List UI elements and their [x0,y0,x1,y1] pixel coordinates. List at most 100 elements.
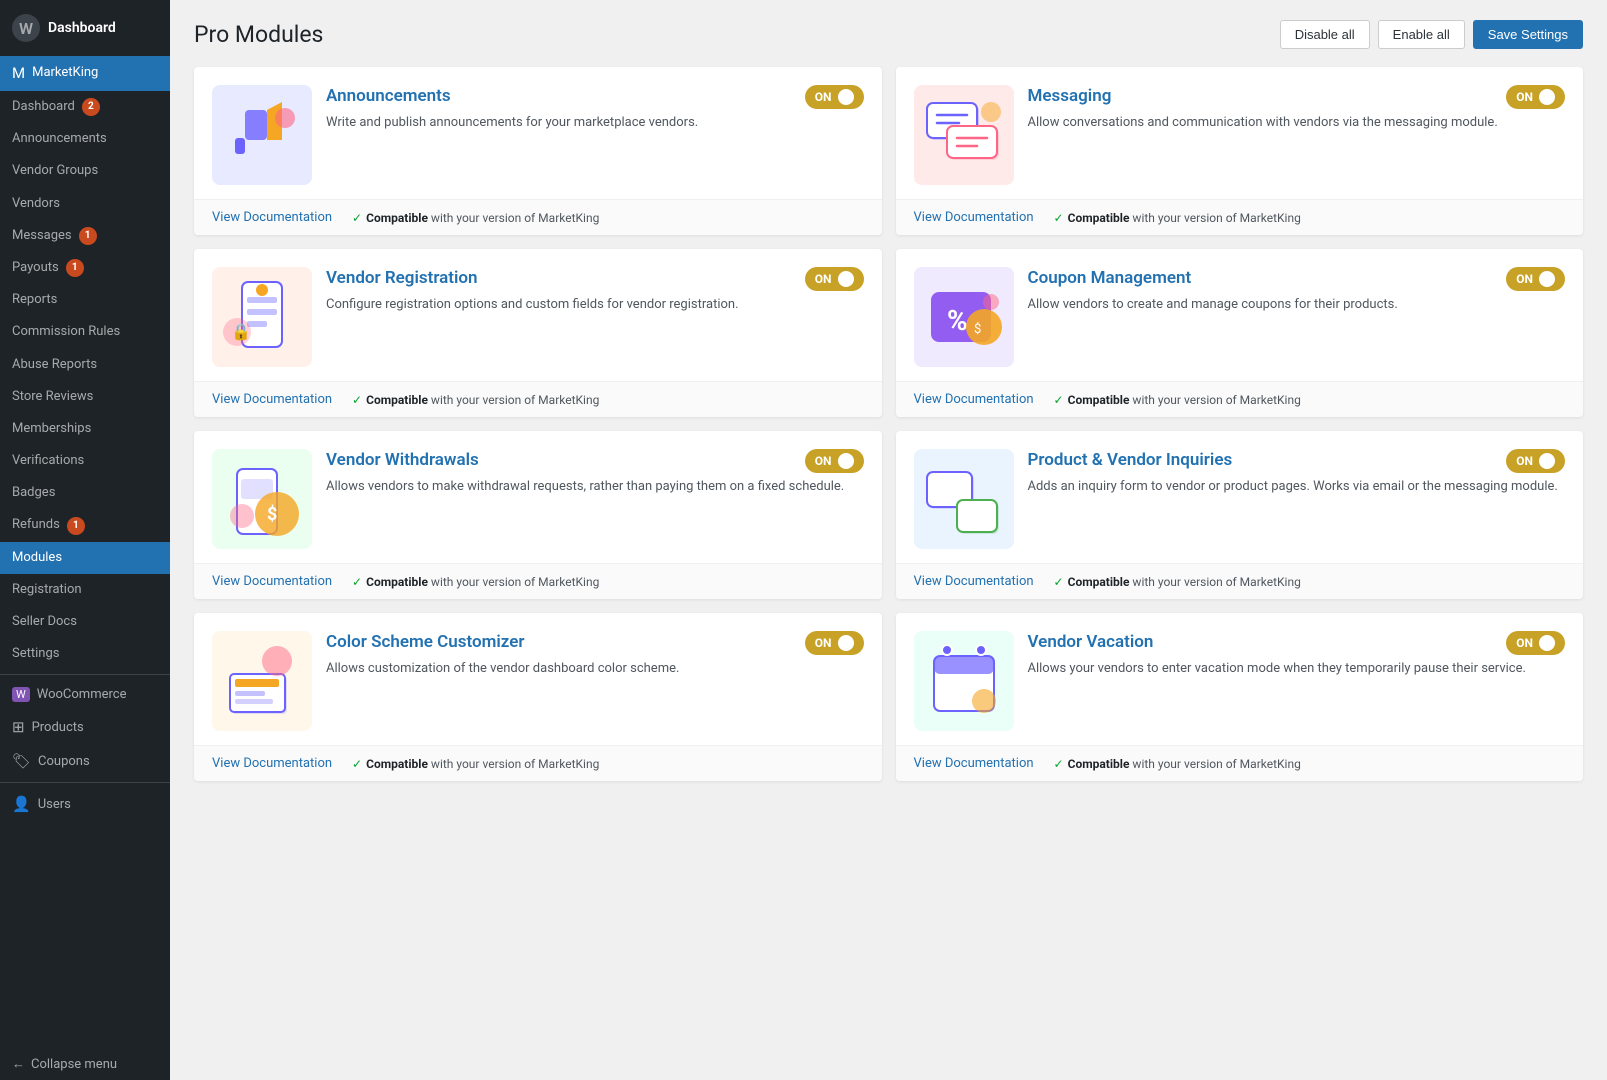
module-desc-vendor-registration: Configure registration options and custo… [326,295,864,315]
module-card-product-vendor-inquiries: ✉ 💬 📞 Product & Vendor Inquiries ON Adds… [896,431,1584,599]
module-desc-announcements: Write and publish announcements for your… [326,113,864,133]
module-desc-product-vendor-inquiries: Adds an inquiry form to vendor or produc… [1028,477,1566,497]
toggle-on-coupon-management[interactable]: ON [1506,267,1565,291]
compatible-label-messaging: Compatible with your version of MarketKi… [1068,211,1301,225]
save-settings-button[interactable]: Save Settings [1473,20,1583,49]
sidebar-item-verifications[interactable]: Verifications [0,445,170,477]
sidebar-item-modules-label: Modules [12,549,62,567]
sidebar-item-refunds[interactable]: Refunds 1 [0,509,170,541]
sidebar-item-seller-docs[interactable]: Seller Docs [0,606,170,638]
module-footer-product-vendor-inquiries: View Documentation ✓ Compatible with you… [896,563,1584,599]
sidebar-item-registration[interactable]: Registration [0,574,170,606]
compatible-text-vendor-vacation: ✓ Compatible with your version of Market… [1054,757,1301,771]
toggle-on-announcements[interactable]: ON [805,85,864,109]
toggle-on-vendor-withdrawals[interactable]: ON [805,449,864,473]
module-card-announcements: Announcements ON Write and publish annou… [194,67,882,235]
sidebar-item-dashboard-label: Dashboard [12,98,75,116]
view-docs-messaging[interactable]: View Documentation [914,210,1034,225]
sidebar-item-woocommerce[interactable]: W WooCommerce [0,679,170,710]
module-toggle-product-vendor-inquiries[interactable]: ON [1506,449,1565,473]
sidebar-item-payouts[interactable]: Payouts 1 [0,252,170,284]
sidebar-item-vendor-groups[interactable]: Vendor Groups [0,155,170,187]
sidebar-item-dashboard[interactable]: Dashboard 2 [0,91,170,123]
module-content-vendor-registration: Vendor Registration ON Configure registr… [326,267,864,315]
toggle-on-vendor-registration[interactable]: ON [805,267,864,291]
sidebar-item-store-reviews-label: Store Reviews [12,388,93,406]
compatible-label-coupon-management: Compatible with your version of MarketKi… [1068,393,1301,407]
compatible-label-vendor-registration: Compatible with your version of MarketKi… [366,393,599,407]
module-title-color-scheme-customizer: Color Scheme Customizer [326,631,525,653]
module-illustration-coupon-management: % $ [914,267,1014,367]
module-content-coupon-management: Coupon Management ON Allow vendors to cr… [1028,267,1566,315]
module-illustration-announcements [212,85,312,185]
check-icon-vendor-withdrawals: ✓ [352,575,362,589]
wp-dashboard-label: Dashboard [48,20,116,36]
toggle-on-color-scheme-customizer[interactable]: ON [805,631,864,655]
sidebar-item-store-reviews[interactable]: Store Reviews [0,381,170,413]
enable-all-button[interactable]: Enable all [1378,20,1465,49]
disable-all-button[interactable]: Disable all [1280,20,1370,49]
module-toggle-color-scheme-customizer[interactable]: ON [805,631,864,655]
toggle-on-messaging[interactable]: ON [1506,85,1565,109]
compatible-text-vendor-withdrawals: ✓ Compatible with your version of Market… [352,575,599,589]
module-content-messaging: Messaging ON Allow conversations and com… [1028,85,1566,133]
collapse-menu-button[interactable]: ← Collapse menu [0,1048,170,1080]
sidebar-item-vendors-label: Vendors [12,195,60,213]
collapse-label: Collapse menu [31,1057,117,1072]
module-card-body-messaging: Messaging ON Allow conversations and com… [896,67,1584,199]
sidebar-marketking-header[interactable]: M MarketKing [0,56,170,91]
module-desc-coupon-management: Allow vendors to create and manage coupo… [1028,295,1566,315]
view-docs-coupon-management[interactable]: View Documentation [914,392,1034,407]
view-docs-vendor-withdrawals[interactable]: View Documentation [212,574,332,589]
sidebar-item-announcements-label: Announcements [12,130,107,148]
module-title-vendor-registration: Vendor Registration [326,267,478,289]
sidebar-item-settings[interactable]: Settings [0,638,170,670]
module-toggle-announcements[interactable]: ON [805,85,864,109]
sidebar-item-vendors[interactable]: Vendors [0,188,170,220]
sidebar-item-products[interactable]: ⊞ Products [0,710,170,744]
toggle-label-coupon-management: ON [1516,272,1533,286]
sidebar-item-coupons[interactable]: 🏷 Coupons [0,744,170,778]
sidebar-item-badges[interactable]: Badges [0,477,170,509]
view-docs-announcements[interactable]: View Documentation [212,210,332,225]
module-title-vendor-withdrawals: Vendor Withdrawals [326,449,479,471]
sidebar-item-users[interactable]: 👤 Users [0,787,170,821]
sidebar-item-messages[interactable]: Messages 1 [0,220,170,252]
view-docs-vendor-registration[interactable]: View Documentation [212,392,332,407]
sidebar-item-registration-label: Registration [12,581,82,599]
check-icon-vendor-registration: ✓ [352,393,362,407]
compatible-label-color-scheme-customizer: Compatible with your version of MarketKi… [366,757,599,771]
sidebar-item-abuse-reports[interactable]: Abuse Reports [0,349,170,381]
sidebar-item-payouts-label: Payouts [12,259,59,277]
module-toggle-vendor-registration[interactable]: ON [805,267,864,291]
toggle-label-vendor-vacation: ON [1516,636,1533,650]
module-illustration-vendor-vacation: 🌴 [914,631,1014,731]
sidebar-item-modules[interactable]: Modules [0,542,170,574]
wp-dashboard-item[interactable]: W Dashboard [0,0,170,56]
module-toggle-vendor-vacation[interactable]: ON [1506,631,1565,655]
toggle-on-vendor-vacation[interactable]: ON [1506,631,1565,655]
module-content-color-scheme-customizer: Color Scheme Customizer ON Allows custom… [326,631,864,679]
toggle-on-product-vendor-inquiries[interactable]: ON [1506,449,1565,473]
sidebar-item-announcements[interactable]: Announcements [0,123,170,155]
view-docs-color-scheme-customizer[interactable]: View Documentation [212,756,332,771]
module-toggle-coupon-management[interactable]: ON [1506,267,1565,291]
module-illustration-vendor-registration: 🔒 [212,267,312,367]
module-toggle-vendor-withdrawals[interactable]: ON [805,449,864,473]
module-footer-vendor-withdrawals: View Documentation ✓ Compatible with you… [194,563,882,599]
sidebar-item-commission-rules[interactable]: Commission Rules [0,316,170,348]
check-icon-color-scheme-customizer: ✓ [352,757,362,771]
compatible-label-product-vendor-inquiries: Compatible with your version of MarketKi… [1068,575,1301,589]
sidebar-item-reports[interactable]: Reports [0,284,170,316]
module-desc-vendor-withdrawals: Allows vendors to make withdrawal reques… [326,477,864,497]
sidebar-item-memberships[interactable]: Memberships [0,413,170,445]
module-toggle-messaging[interactable]: ON [1506,85,1565,109]
compatible-label-vendor-vacation: Compatible with your version of MarketKi… [1068,757,1301,771]
sidebar-item-badges-label: Badges [12,484,55,502]
view-docs-product-vendor-inquiries[interactable]: View Documentation [914,574,1034,589]
module-illustration-color-scheme-customizer: 🎨 [212,631,312,731]
check-icon-messaging: ✓ [1054,211,1064,225]
compatible-text-coupon-management: ✓ Compatible with your version of Market… [1054,393,1301,407]
view-docs-vendor-vacation[interactable]: View Documentation [914,756,1034,771]
sidebar-item-settings-label: Settings [12,645,59,663]
